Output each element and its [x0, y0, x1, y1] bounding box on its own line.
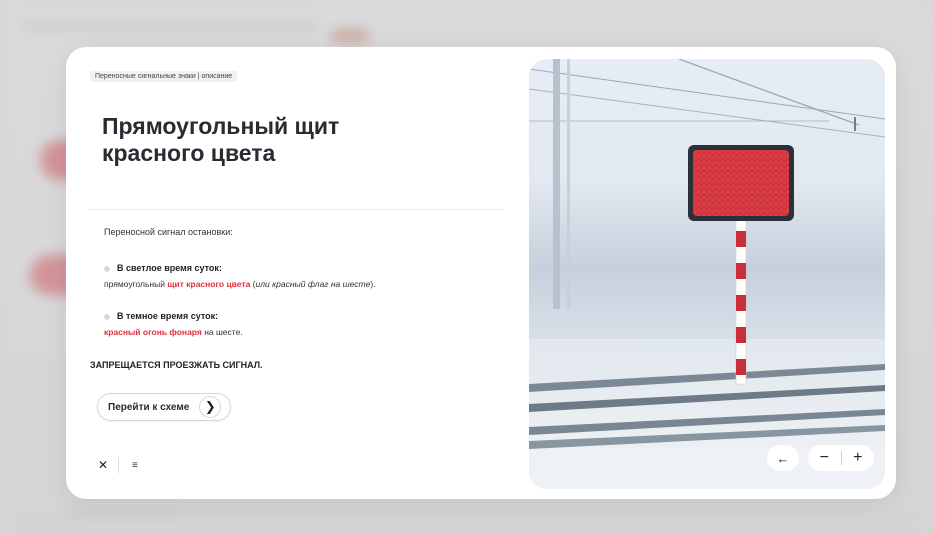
menu-icon[interactable]: ≡: [132, 460, 138, 471]
close-icon[interactable]: ✕: [98, 458, 108, 472]
arrow-left-icon[interactable]: ←: [767, 445, 799, 471]
signal-info-modal: Переносные сигнальные знаки | описание П…: [66, 47, 896, 499]
zoom-out-button[interactable]: −: [808, 449, 841, 467]
zoom-in-button[interactable]: +: [842, 449, 875, 467]
breadcrumb: Переносные сигнальные знаки | описание: [90, 71, 238, 82]
italic-note: или красный флаг на шесте: [255, 279, 371, 289]
intro-text: Переносной сигнал остановки:: [104, 227, 233, 237]
bullet-icon: [104, 314, 110, 320]
item-heading: В темное время суток:: [117, 311, 219, 321]
page-title: Прямоугольный щит красного цвета: [102, 113, 422, 167]
highlight-red: щит красного цвета: [167, 279, 251, 289]
divider: [88, 209, 504, 210]
toolbar-divider: [118, 457, 119, 473]
warning-text: ЗАПРЕЩАЕТСЯ ПРОЕЗЖАТЬ СИГНАЛ.: [90, 360, 263, 370]
highlight-red: красный огонь фонаря: [104, 327, 202, 337]
item-description: красный огонь фонаря на шесте.: [104, 327, 243, 337]
zoom-controls: − +: [808, 445, 874, 471]
schema-button-label: Перейти к схеме: [108, 401, 190, 413]
item-heading: В светлое время суток:: [117, 263, 222, 273]
title-line-2: красного цвета: [102, 140, 276, 166]
item-description: прямоугольный щит красного цвета (или кр…: [104, 279, 376, 289]
go-to-schema-button[interactable]: Перейти к схеме ❯: [97, 393, 231, 421]
bullet-icon: [104, 266, 110, 272]
signal-photo: ← − +: [529, 59, 885, 489]
title-line-1: Прямоугольный щит: [102, 113, 340, 139]
scene-illustration: [529, 59, 885, 489]
arrow-right-icon: ❯: [199, 396, 222, 418]
